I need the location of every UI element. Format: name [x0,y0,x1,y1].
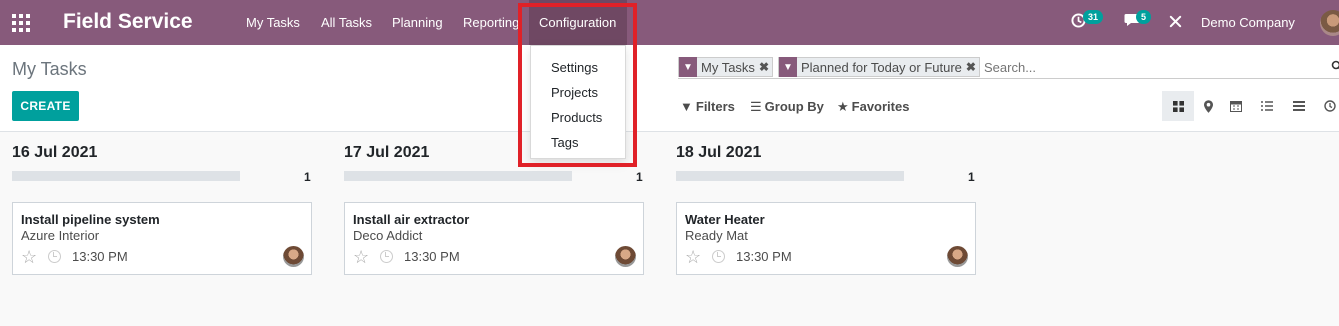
user-avatar[interactable] [1320,10,1339,36]
task-card[interactable]: Install air extractor Deco Addict ☆ 13:3… [344,202,644,275]
column-progress-bar[interactable] [676,171,904,181]
highlight-annotation-box [518,3,637,167]
map-icon [1203,99,1213,113]
search-icon[interactable] [1331,59,1339,75]
list-icon [1261,101,1273,111]
star-icon: ★ [837,99,849,114]
facet-my-tasks: ▼ My Tasks ✖ [678,57,773,77]
task-card[interactable]: Install pipeline system Azure Interior ☆… [12,202,312,275]
facet-label: Planned for Today or Future [801,59,962,75]
favorites-toggle[interactable]: ★ Favorites [837,99,909,115]
column-title[interactable]: 17 Jul 2021 [344,144,429,162]
activity-icon [1324,100,1336,112]
column-title[interactable]: 18 Jul 2021 [676,144,761,162]
task-customer: Azure Interior [21,228,100,243]
task-card[interactable]: Water Heater Ready Mat ☆ 13:30 PM [676,202,976,275]
control-panel: My Tasks CREATE ▼ My Tasks ✖ ▼ Planned f… [0,45,1339,132]
kanban-icon [1172,100,1184,112]
filter-icon: ▼ [679,57,697,77]
column-count: 1 [304,170,311,184]
calendar-icon [1230,101,1242,112]
priority-star-icon[interactable]: ☆ [21,247,37,268]
column-count: 1 [968,170,975,184]
breadcrumb: My Tasks [12,59,87,79]
task-title: Water Heater [685,212,765,227]
search-bar: ▼ My Tasks ✖ ▼ Planned for Today or Futu… [678,57,1339,79]
activity-clock-icon[interactable] [712,250,725,263]
menu-reporting[interactable]: Reporting [463,15,519,30]
filters-toggle[interactable]: ▼ Filters [680,99,735,114]
create-button[interactable]: CREATE [12,91,79,121]
menu-all-tasks[interactable]: All Tasks [321,15,372,30]
menu-planning[interactable]: Planning [392,15,443,30]
assignee-avatar [947,246,968,267]
tools-icon[interactable] [1168,14,1183,33]
priority-star-icon[interactable]: ☆ [353,247,369,268]
column-title[interactable]: 16 Jul 2021 [12,144,97,162]
list-view-button[interactable] [1251,91,1283,121]
task-title: Install air extractor [353,212,470,227]
facet-planned: ▼ Planned for Today or Future ✖ [778,57,980,77]
remove-facet-icon[interactable]: ✖ [966,60,979,74]
remove-facet-icon[interactable]: ✖ [759,60,772,74]
task-title: Install pipeline system [21,212,160,227]
task-customer: Ready Mat [685,228,748,243]
company-switcher[interactable]: Demo Company [1201,15,1295,30]
kanban-view-button[interactable] [1162,91,1194,121]
filters-label: Filters [695,99,735,114]
filter-icon: ▼ [779,57,797,77]
activity-clock-icon[interactable] [48,250,61,263]
bars-icon: ☰ [750,99,762,114]
app-brand[interactable]: Field Service [63,10,193,34]
column-progress-bar[interactable] [344,171,572,181]
task-customer: Deco Addict [353,228,423,243]
column-progress-bar[interactable] [12,171,240,181]
messages-badge: 5 [1136,10,1152,24]
apps-menu-icon[interactable] [12,14,30,32]
activity-badge: 31 [1083,10,1104,24]
task-time: 13:30 PM [72,249,128,264]
favorites-label: Favorites [851,99,910,114]
calendar-view-button[interactable] [1220,91,1252,121]
groupby-label: Group By [764,99,824,114]
search-input[interactable] [984,60,1314,75]
funnel-icon: ▼ [680,99,693,114]
groupby-toggle[interactable]: ☰ Group By [750,99,824,115]
assignee-avatar [615,246,636,267]
gantt-icon [1293,101,1305,111]
task-time: 13:30 PM [404,249,460,264]
top-navbar: Field Service My Tasks All Tasks Plannin… [0,0,1339,45]
activity-clock-icon[interactable] [380,250,393,263]
facet-label: My Tasks [701,59,755,75]
task-time: 13:30 PM [736,249,792,264]
gantt-view-button[interactable] [1283,91,1315,121]
assignee-avatar [283,246,304,267]
priority-star-icon[interactable]: ☆ [685,247,701,268]
menu-my-tasks[interactable]: My Tasks [246,15,300,30]
column-count: 1 [636,170,643,184]
activity-view-button[interactable] [1314,91,1339,121]
